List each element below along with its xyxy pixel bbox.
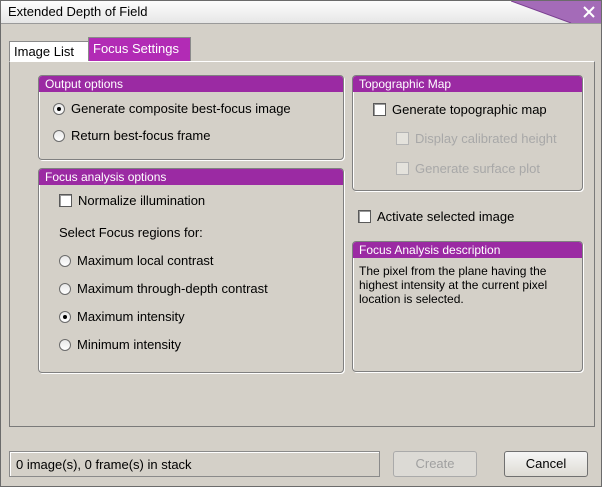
output-options-group: Output options Generate composite best-f… [38, 75, 344, 160]
display-calibrated-height-label: Display calibrated height [415, 131, 557, 146]
window-title: Extended Depth of Field [8, 4, 148, 19]
tab-image-list[interactable]: Image List [9, 41, 93, 61]
generate-surface-plot-label: Generate surface plot [415, 161, 541, 176]
activate-selected-image-label: Activate selected image [377, 209, 515, 224]
max-through-depth-radio[interactable] [59, 282, 71, 295]
region-max-through-depth-contrast[interactable]: Maximum through-depth contrast [59, 281, 268, 296]
composite-image-radio[interactable] [53, 102, 65, 115]
focus-analysis-description-header: Focus Analysis description [353, 242, 582, 258]
generate-surface-plot-checkbox [396, 162, 409, 175]
min-intensity-label: Minimum intensity [77, 337, 182, 352]
generate-topographic-map-option[interactable]: Generate topographic map [373, 102, 547, 117]
max-intensity-radio[interactable] [59, 310, 71, 323]
display-calibrated-height-option: Display calibrated height [396, 131, 557, 146]
best-focus-frame-radio[interactable] [53, 129, 65, 142]
normalize-illumination-label: Normalize illumination [78, 193, 206, 208]
region-max-intensity[interactable]: Maximum intensity [59, 309, 185, 324]
focus-analysis-header: Focus analysis options [39, 169, 343, 185]
select-focus-regions-label: Select Focus regions for: [59, 225, 203, 240]
cancel-button[interactable]: Cancel [504, 451, 588, 477]
generate-topographic-map-label: Generate topographic map [392, 102, 547, 117]
topographic-map-header: Topographic Map [353, 76, 582, 92]
max-local-contrast-label: Maximum local contrast [77, 253, 214, 268]
max-through-depth-label: Maximum through-depth contrast [77, 281, 268, 296]
title-bar[interactable]: Extended Depth of Field [1, 1, 601, 24]
normalize-illumination-option[interactable]: Normalize illumination [59, 193, 205, 208]
option-composite-image[interactable]: Generate composite best-focus image [53, 101, 291, 116]
close-button[interactable] [511, 1, 601, 23]
min-intensity-radio[interactable] [59, 338, 71, 351]
tab-focus-settings[interactable]: Focus Settings [88, 37, 191, 62]
region-max-local-contrast[interactable]: Maximum local contrast [59, 253, 214, 268]
create-button[interactable]: Create [393, 451, 477, 477]
status-bar: 0 image(s), 0 frame(s) in stack [9, 451, 380, 477]
activate-selected-image-checkbox[interactable] [358, 210, 371, 223]
output-options-header: Output options [39, 76, 343, 92]
focus-analysis-group: Focus analysis options Normalize illumin… [38, 168, 344, 373]
topographic-map-group: Topographic Map Generate topographic map… [352, 75, 583, 191]
max-local-contrast-radio[interactable] [59, 254, 71, 267]
activate-selected-image-option[interactable]: Activate selected image [358, 209, 514, 224]
generate-topographic-map-checkbox[interactable] [373, 103, 386, 116]
region-min-intensity[interactable]: Minimum intensity [59, 337, 181, 352]
best-focus-frame-label: Return best-focus frame [71, 128, 211, 143]
display-calibrated-height-checkbox [396, 132, 409, 145]
normalize-illumination-checkbox[interactable] [59, 194, 72, 207]
max-intensity-label: Maximum intensity [77, 309, 185, 324]
composite-image-label: Generate composite best-focus image [71, 101, 291, 116]
dialog-window: Extended Depth of Field Image List Focus… [0, 0, 602, 487]
focus-settings-panel: Output options Generate composite best-f… [9, 61, 595, 427]
focus-analysis-description-group: Focus Analysis description The pixel fro… [352, 241, 583, 372]
generate-surface-plot-option: Generate surface plot [396, 161, 540, 176]
focus-analysis-description-text: The pixel from the plane having the high… [359, 264, 548, 306]
option-best-focus-frame[interactable]: Return best-focus frame [53, 128, 210, 143]
